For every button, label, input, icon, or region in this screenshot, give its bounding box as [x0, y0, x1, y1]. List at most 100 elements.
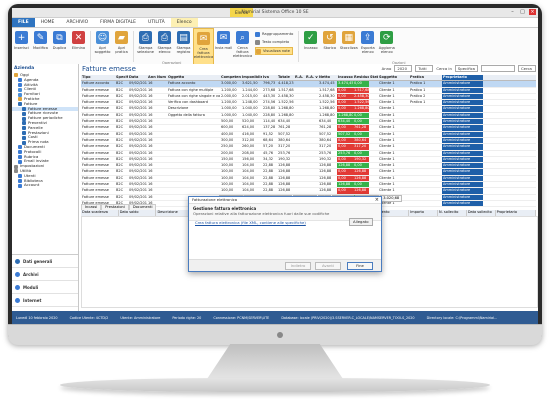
ribbon-tab[interactable]: ARCHIVIO: [60, 18, 94, 27]
sidebar-item[interactable]: Account: [12, 183, 78, 188]
column-header[interactable]: Tipo: [81, 75, 115, 80]
ribbon-button-mail[interactable]: ✉ Invia mail: [214, 28, 233, 65]
ribbon-button-copy[interactable]: ⧉ Duplica: [50, 28, 69, 65]
column-header[interactable]: Stato: [369, 75, 378, 80]
table-cell: 16: [148, 137, 153, 142]
table-cell: 57,20: [263, 144, 274, 149]
invoices-table: TipoSpecificDataAnnoNumOggettoCompetenze…: [81, 75, 536, 208]
sidebar-nav-button[interactable]: Dati generali: [12, 255, 78, 268]
ribbon-option[interactable]: Visualizza note: [255, 47, 294, 55]
column-header[interactable]: Competenze: [220, 75, 241, 80]
detail-column-header[interactable]: Data scadenza: [81, 210, 119, 216]
ribbon-button-plus[interactable]: + Inserisci: [12, 28, 31, 65]
ribbon-button-check[interactable]: ✓ Incasso: [301, 28, 320, 65]
ribbon-button-delete[interactable]: ✕ Elimina: [69, 28, 88, 65]
ribbon-tab[interactable]: FILE: [12, 18, 35, 27]
table-cell: 2.000,00: [221, 93, 237, 98]
table-cell: 0,00: [353, 119, 369, 125]
table-cell: 1.244,00: [242, 87, 258, 92]
table-cell: [167, 138, 220, 143]
close-icon[interactable]: ×: [529, 9, 536, 15]
column-header[interactable]: Soggetto: [378, 75, 409, 80]
ribbon-button-edit[interactable]: ✎ Modifica: [31, 28, 50, 65]
tutti-select[interactable]: Tutti: [415, 65, 434, 72]
ribbon-button-stack[interactable]: ▦ Stocclizza: [339, 28, 358, 65]
column-header[interactable]: Oggetto: [167, 75, 220, 80]
table-cell: 09/02/2017: [129, 100, 147, 105]
indietro-button[interactable]: Indietro: [285, 262, 311, 270]
maximize-icon[interactable]: □: [519, 9, 526, 15]
table-cell: 126,88: [353, 188, 369, 194]
ribbon-button-einvoice[interactable]: ✉ Crea fattura elettronica: [193, 28, 214, 65]
column-header[interactable]: Pratica: [409, 75, 442, 80]
cerca-button[interactable]: Cerca: [518, 65, 536, 72]
table-cell: [409, 157, 442, 162]
column-header[interactable]: Netto: [318, 75, 337, 80]
detail-column-header[interactable]: Importo: [409, 210, 439, 216]
table-cell: 09/02/2017: [129, 125, 147, 130]
column-header[interactable]: Specific: [115, 75, 128, 80]
table-cell: 09/02/2017: [129, 93, 147, 98]
column-header[interactable]: R.A.: [294, 75, 305, 80]
ribbon-button-history[interactable]: ↺ Storico: [320, 28, 339, 65]
column-header[interactable]: Incasso: [337, 75, 353, 80]
tree-item-icon: [18, 178, 22, 183]
ribbon-button-search-invoice[interactable]: ⌕ Cerca fattura elettronica: [233, 28, 252, 65]
fine-button[interactable]: Fine: [347, 262, 373, 270]
table-cell: Cliente 1: [379, 100, 395, 105]
table-cell: 1.522,56: [319, 100, 335, 105]
detail-column-header[interactable]: Data sollecito: [467, 210, 496, 216]
table-cell: [409, 119, 442, 124]
anno-select[interactable]: 2020: [394, 65, 413, 72]
column-header[interactable]: Proprietario: [442, 75, 483, 81]
ribbon-option[interactable]: Raggruppamento: [255, 31, 293, 37]
ribbon-button-label: Stampa selezione: [137, 46, 154, 54]
column-header[interactable]: Residuo: [353, 75, 369, 80]
detail-column-header[interactable]: N. sollecito: [438, 210, 467, 216]
sidebar-nav-button[interactable]: Moduli: [12, 281, 78, 294]
ribbon-option[interactable]: Testo completo: [255, 39, 293, 45]
table-cell: Amministratore: [442, 112, 483, 119]
ribbon-button-folder[interactable]: ▰ Apri pratica: [112, 28, 131, 65]
sidebar-nav-label: Moduli: [23, 284, 39, 290]
table-cell: 1.248,00: [242, 100, 258, 105]
avanti-button[interactable]: Avanti: [315, 262, 341, 270]
table-cell: 1.040,00: [242, 106, 258, 111]
ribbon-button-register[interactable]: ▤ Stampa registro: [174, 28, 193, 65]
sidebar-nav-button[interactable]: Archivi: [12, 268, 78, 281]
table-cell: 45,76: [263, 150, 274, 155]
column-header[interactable]: Anno: [147, 75, 156, 80]
column-header[interactable]: Imponibile: [241, 75, 262, 80]
column-header[interactable]: Num: [156, 75, 167, 80]
ribbon-button-print-list[interactable]: ⎙ Stampa elenco: [155, 28, 174, 65]
ribbon-button-person[interactable]: ☺ Apri soggetto: [93, 28, 112, 65]
tree-item-icon: [22, 126, 26, 131]
dialog-close-icon[interactable]: ×: [375, 197, 379, 203]
cerca-in-select[interactable]: Specifica: [454, 65, 478, 72]
tree-item-icon: [18, 97, 22, 102]
ribbon-button-export[interactable]: ⇪ Esporta elenco: [358, 28, 377, 65]
table-cell: [305, 188, 318, 193]
column-header[interactable]: Totale: [277, 75, 294, 80]
ribbon-tab[interactable]: FIRMA DIGITALE: [94, 18, 142, 27]
ribbon-button-refresh[interactable]: ⟳ Aggiorna elenco: [377, 28, 396, 65]
ribbon-tab[interactable]: UTILITÀ: [142, 18, 171, 27]
table-cell: Amministratore: [442, 93, 483, 100]
ribbon-button-print[interactable]: ⎙ Stampa selezione: [136, 28, 155, 65]
table-cell: [156, 188, 167, 193]
allegato-button[interactable]: Allegato: [349, 218, 373, 226]
table-cell: [294, 88, 305, 93]
ribbon-tab[interactable]: Elenco: [170, 18, 198, 27]
ribbon-tab[interactable]: HOME: [35, 18, 61, 27]
column-header[interactable]: R.A. vers.: [305, 75, 318, 80]
search-input[interactable]: [481, 65, 515, 72]
detail-column-header[interactable]: Data saldo: [119, 210, 157, 216]
minimize-icon[interactable]: –: [509, 9, 516, 15]
column-header[interactable]: Data: [128, 75, 147, 80]
monitor-stand-neck: [205, 344, 345, 382]
create-einvoice-option[interactable]: Crea fattura elettronica (file XML, cont…: [195, 220, 306, 225]
detail-column-header[interactable]: Proprietario: [496, 210, 536, 216]
column-header[interactable]: Iva: [262, 75, 277, 80]
sidebar-nav-button[interactable]: Internet: [12, 294, 78, 307]
nav-icon: [15, 271, 20, 277]
